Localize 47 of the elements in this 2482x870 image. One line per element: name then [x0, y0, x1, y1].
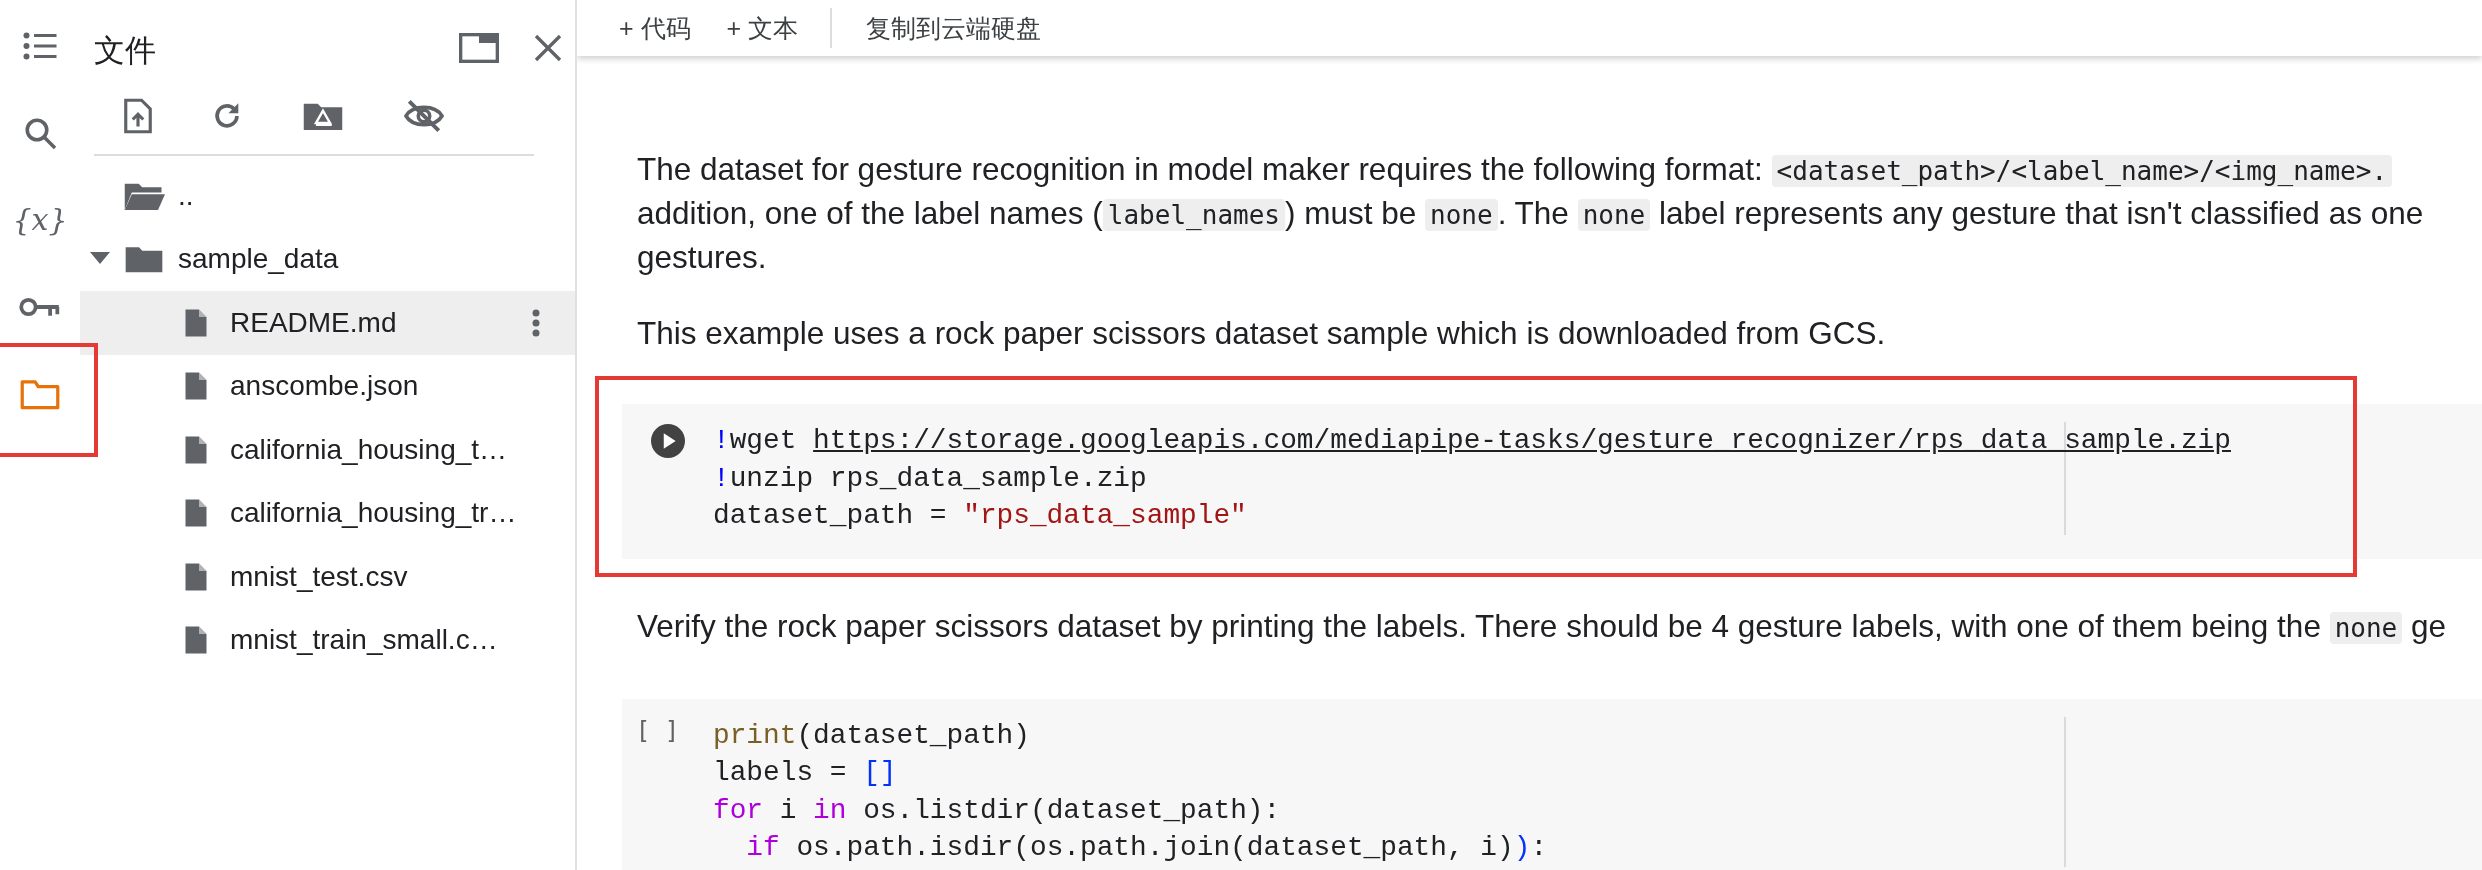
code-line: dataset_path = "rps_data_sample" — [713, 499, 1248, 533]
file-row[interactable]: california_housing_t… — [80, 418, 575, 482]
file-name: sample_data — [178, 243, 339, 276]
file-row[interactable]: mnist_train_small.c… — [80, 608, 575, 672]
table-of-contents-icon[interactable] — [22, 30, 58, 61]
file-name: README.md — [230, 306, 397, 339]
file-row[interactable]: README.md — [80, 291, 575, 355]
file-icon — [184, 624, 208, 657]
execution-prompt: [ ] — [635, 716, 680, 745]
code-line: !wget https://storage.googleapis.com/mediapipe-tasks/gesture_recognizer/rps_data_sample.zip — [713, 424, 2232, 458]
close-icon[interactable] — [533, 33, 563, 63]
file-icon — [184, 497, 208, 530]
text-line: addition, one of the label names (label_names) must be none. The none label represents any gesture that isn't classified as one — [637, 194, 2425, 233]
code-line: labels = [] — [713, 756, 898, 790]
folder-icon — [124, 244, 164, 275]
copy-to-drive-button[interactable]: 复制到云端硬盘 — [854, 11, 1054, 45]
code-line: print(dataset_path) — [713, 718, 1031, 753]
text-line: This example uses a rock paper scissors dataset sample which is downloaded from GCS. — [637, 314, 1887, 353]
panel-title: 文件 — [94, 32, 157, 70]
toolbar-button[interactable]: + 代码 — [607, 11, 703, 45]
run-button-icon[interactable] — [650, 424, 685, 458]
file-row[interactable]: anscombe.json — [80, 354, 575, 418]
file-name: anscombe.json — [230, 370, 419, 403]
file-row[interactable]: sample_data — [80, 227, 575, 291]
text-line: Verify the rock paper scissors dataset by printing the labels. There should be 4 gesture labels, with one of them being the none ge — [637, 606, 2448, 646]
code-line: !unzip rps_data_sample.zip — [713, 461, 1148, 496]
hidden-eye-icon[interactable] — [402, 98, 446, 134]
file-row[interactable]: .. — [80, 164, 575, 228]
file-name: .. — [178, 179, 194, 212]
text-line: The dataset for gesture recognition in model maker requires the following format: <dataset_path>/<label_name>/<img_name>. — [637, 148, 2482, 192]
variables-icon[interactable]: {x} — [12, 202, 68, 237]
more-options-icon[interactable] — [531, 307, 541, 338]
window-icon[interactable] — [459, 33, 499, 63]
file-icon — [184, 370, 208, 403]
code-cell[interactable]: !wget https://storage.googleapis.com/mediapipe-tasks/gesture_recognizer/rps_data_sample.zip !unzip rps_data_sample.zip dataset_path = "rps_data_sample" — [622, 404, 2482, 559]
code-line: if os.path.isdir(os.path.join(dataset_path, i)): — [745, 831, 1549, 865]
file-name: california_housing_tr… — [230, 497, 517, 530]
upload-file-icon[interactable] — [124, 98, 152, 134]
file-name: mnist_train_small.c… — [230, 624, 498, 657]
toolbar-button[interactable]: + 文本 — [714, 11, 811, 45]
file-row[interactable]: california_housing_tr… — [80, 481, 575, 545]
file-name: mnist_test.csv — [230, 560, 408, 593]
file-name: california_housing_t… — [230, 433, 508, 466]
text-line: gestures. — [637, 238, 768, 277]
file-row[interactable]: mnist_test.csv — [80, 545, 575, 609]
code-cell[interactable]: [ ] print(dataset_path) labels = [] for i in os.listdir(dataset_path): if os.path.isdir(os.path.join(dataset_path, i)): — [622, 698, 2482, 870]
code-line: for i in os.listdir(dataset_path): — [713, 793, 1282, 828]
